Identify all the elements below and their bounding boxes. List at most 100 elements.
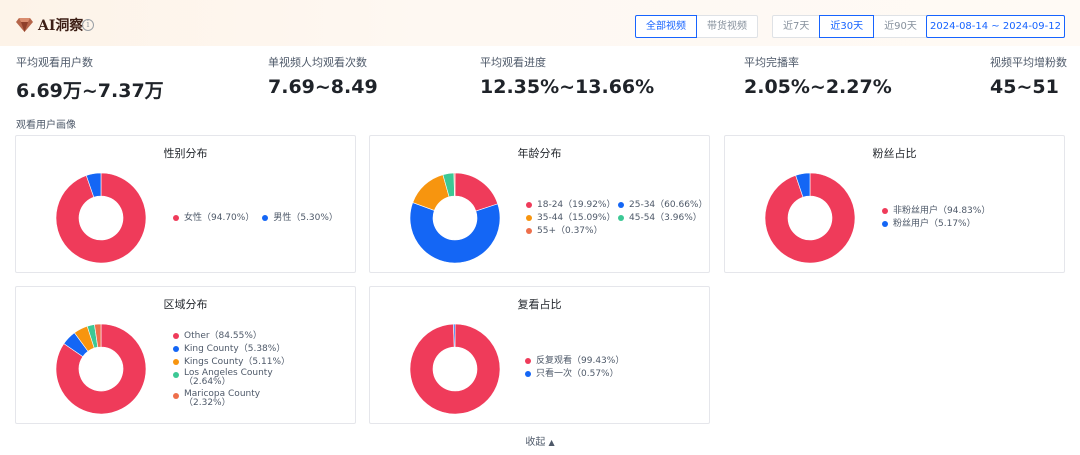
legend-item: 反复观看（99.43%） [525,355,624,367]
legend-item: 粉丝用户（5.17%） [882,218,990,230]
legend-dot [173,359,179,365]
fans-ratio-card: 粉丝占比 非粉丝用户（94.83%） 粉丝用户（5.17%） [724,135,1065,273]
region-donut-chart [55,323,147,415]
legend-dot [173,346,179,352]
legend-label: 45-54（3.96%） [629,213,702,223]
diamond-icon [16,18,33,32]
pie-slice-25-34[interactable] [409,202,501,264]
legend-dot [526,202,532,208]
legend-item: 非粉丝用户（94.83%） [882,205,990,217]
legend-item: Maricopa County（2.32%） [173,390,301,408]
tab-90-days[interactable]: 近90天 [873,15,928,38]
legend-dot [525,358,531,364]
region-distribution-card: 区域分布 Other（84.55%） King County（5.38%） Ki… [15,286,356,424]
legend-item: Kings County（5.11%） [173,356,301,368]
date-range-picker[interactable]: 2024-08-14 ~ 2024-09-12 [926,15,1065,38]
legend-dot [526,228,532,234]
tab-commerce-videos[interactable]: 带货视频 [696,15,758,38]
chart-legend: 女性（94.70%） 男性（5.30%） [173,212,346,224]
rewatch-donut-chart [409,323,501,415]
metric-label: 平均观看进度 [480,56,546,69]
gender-distribution-card: 性别分布 女性（94.70%） 男性（5.30%） [15,135,356,273]
legend-label: 只看一次（0.57%） [536,369,619,379]
pie-slice-18-24[interactable] [454,172,499,212]
legend-dot [262,215,269,221]
chart-legend: Other（84.55%） King County（5.38%） Kings C… [173,330,309,408]
legend-label: 55+（0.37%） [537,226,603,236]
legend-item: 35-44（15.09%） [526,212,615,224]
fans-donut-chart [764,172,856,264]
metric-label: 视频平均增粉数 [990,56,1067,69]
legend-item: 18-24（19.92%） [526,199,615,211]
legend-dot [173,393,179,399]
collapse-label: 收起 [525,437,546,448]
metric-completion-rate: 平均完播率 2.05%~2.27% [744,54,892,98]
legend-dot [882,221,888,227]
legend-item: 25-34（60.66%） [618,199,707,211]
tab-30-days[interactable]: 近30天 [819,15,875,38]
metric-label: 平均观看用户数 [16,56,93,69]
age-distribution-card: 年龄分布 18-24（19.92%） 25-34（60.66%） 35-44（1… [369,135,710,273]
legend-dot [526,215,532,221]
metric-value: 45~51 [990,76,1059,98]
legend-item: 只看一次（0.57%） [525,368,624,380]
legend-item: 45-54（3.96%） [618,212,702,224]
chart-title: 复看占比 [517,298,562,311]
tab-all-videos[interactable]: 全部视频 [635,15,697,38]
info-circle-icon[interactable]: i [82,19,94,31]
tab-7-days[interactable]: 近7天 [772,15,821,38]
pie-slice-55-[interactable] [453,172,456,197]
legend-item: Other（84.55%） [173,330,301,342]
app-title: AI洞察 [38,18,84,34]
legend-label: Los Angeles County（2.64%） [184,368,273,387]
chevron-up-icon: ▲ [548,438,555,447]
legend-label: 女性（94.70%） [184,213,255,223]
legend-label: 18-24（19.92%） [537,200,616,210]
chart-legend: 18-24（19.92%） 25-34（60.66%） 35-44（15.09%… [526,199,715,237]
collapse-button[interactable]: 收起 ▲ [0,433,1080,448]
legend-label: 粉丝用户（5.17%） [893,219,976,229]
legend-label: Maricopa County（2.32%） [184,389,261,408]
gender-donut-chart [55,172,147,264]
chart-title: 年龄分布 [517,147,562,160]
metric-label: 单视频人均观看次数 [268,56,367,69]
legend-item: 男性（5.30%） [262,212,338,224]
legend-label: 反复观看（99.43%） [536,356,625,366]
metric-avg-new-followers: 视频平均增粉数 45~51 [990,54,1067,98]
metric-value: 2.05%~2.27% [744,76,892,98]
legend-item: King County（5.38%） [173,343,301,355]
chart-title: 区域分布 [163,298,208,311]
legend-item: Los Angeles County（2.64%） [173,369,301,387]
period-tabs: 近7天 近30天 近90天 [772,15,928,38]
chart-title: 粉丝占比 [872,147,917,160]
legend-item: 55+（0.37%） [526,225,603,237]
legend-dot [618,215,624,221]
legend-label: 男性（5.30%） [273,213,338,223]
header-bar: AI洞察 i 全部视频 带货视频 近7天 近30天 近90天 2024-08-1… [0,0,1080,46]
metric-avg-viewers: 平均观看用户数 6.69万~7.37万 [16,54,164,103]
metric-value: 7.69~8.49 [268,76,378,98]
legend-label: 25-34（60.66%） [629,200,708,210]
legend-label: 35-44（15.09%） [537,213,616,223]
metric-views-per-user: 单视频人均观看次数 7.69~8.49 [268,54,378,98]
legend-dot [525,371,531,377]
chart-legend: 非粉丝用户（94.83%） 粉丝用户（5.17%） [882,205,998,230]
legend-label: 非粉丝用户（94.83%） [893,206,991,216]
chart-legend: 反复观看（99.43%） 只看一次（0.57%） [525,355,632,380]
section-label: 观看用户画像 [16,120,76,131]
metric-value: 12.35%~13.66% [480,76,655,98]
legend-item: 女性（94.70%） [173,212,254,224]
legend-dot [173,215,179,221]
video-type-tabs: 全部视频 带货视频 [635,15,758,38]
legend-dot [173,372,179,378]
chart-title: 性别分布 [163,147,208,160]
legend-label: King County（5.38%） [184,344,286,354]
metric-value: 6.69万~7.37万 [16,80,164,102]
metric-label: 平均完播率 [744,56,799,69]
metric-watch-progress: 平均观看进度 12.35%~13.66% [480,54,654,98]
legend-dot [173,333,179,339]
legend-label: Kings County（5.11%） [184,357,291,367]
rewatch-ratio-card: 复看占比 反复观看（99.43%） 只看一次（0.57%） [369,286,710,424]
legend-label: Other（84.55%） [184,331,262,341]
legend-dot [882,208,888,214]
